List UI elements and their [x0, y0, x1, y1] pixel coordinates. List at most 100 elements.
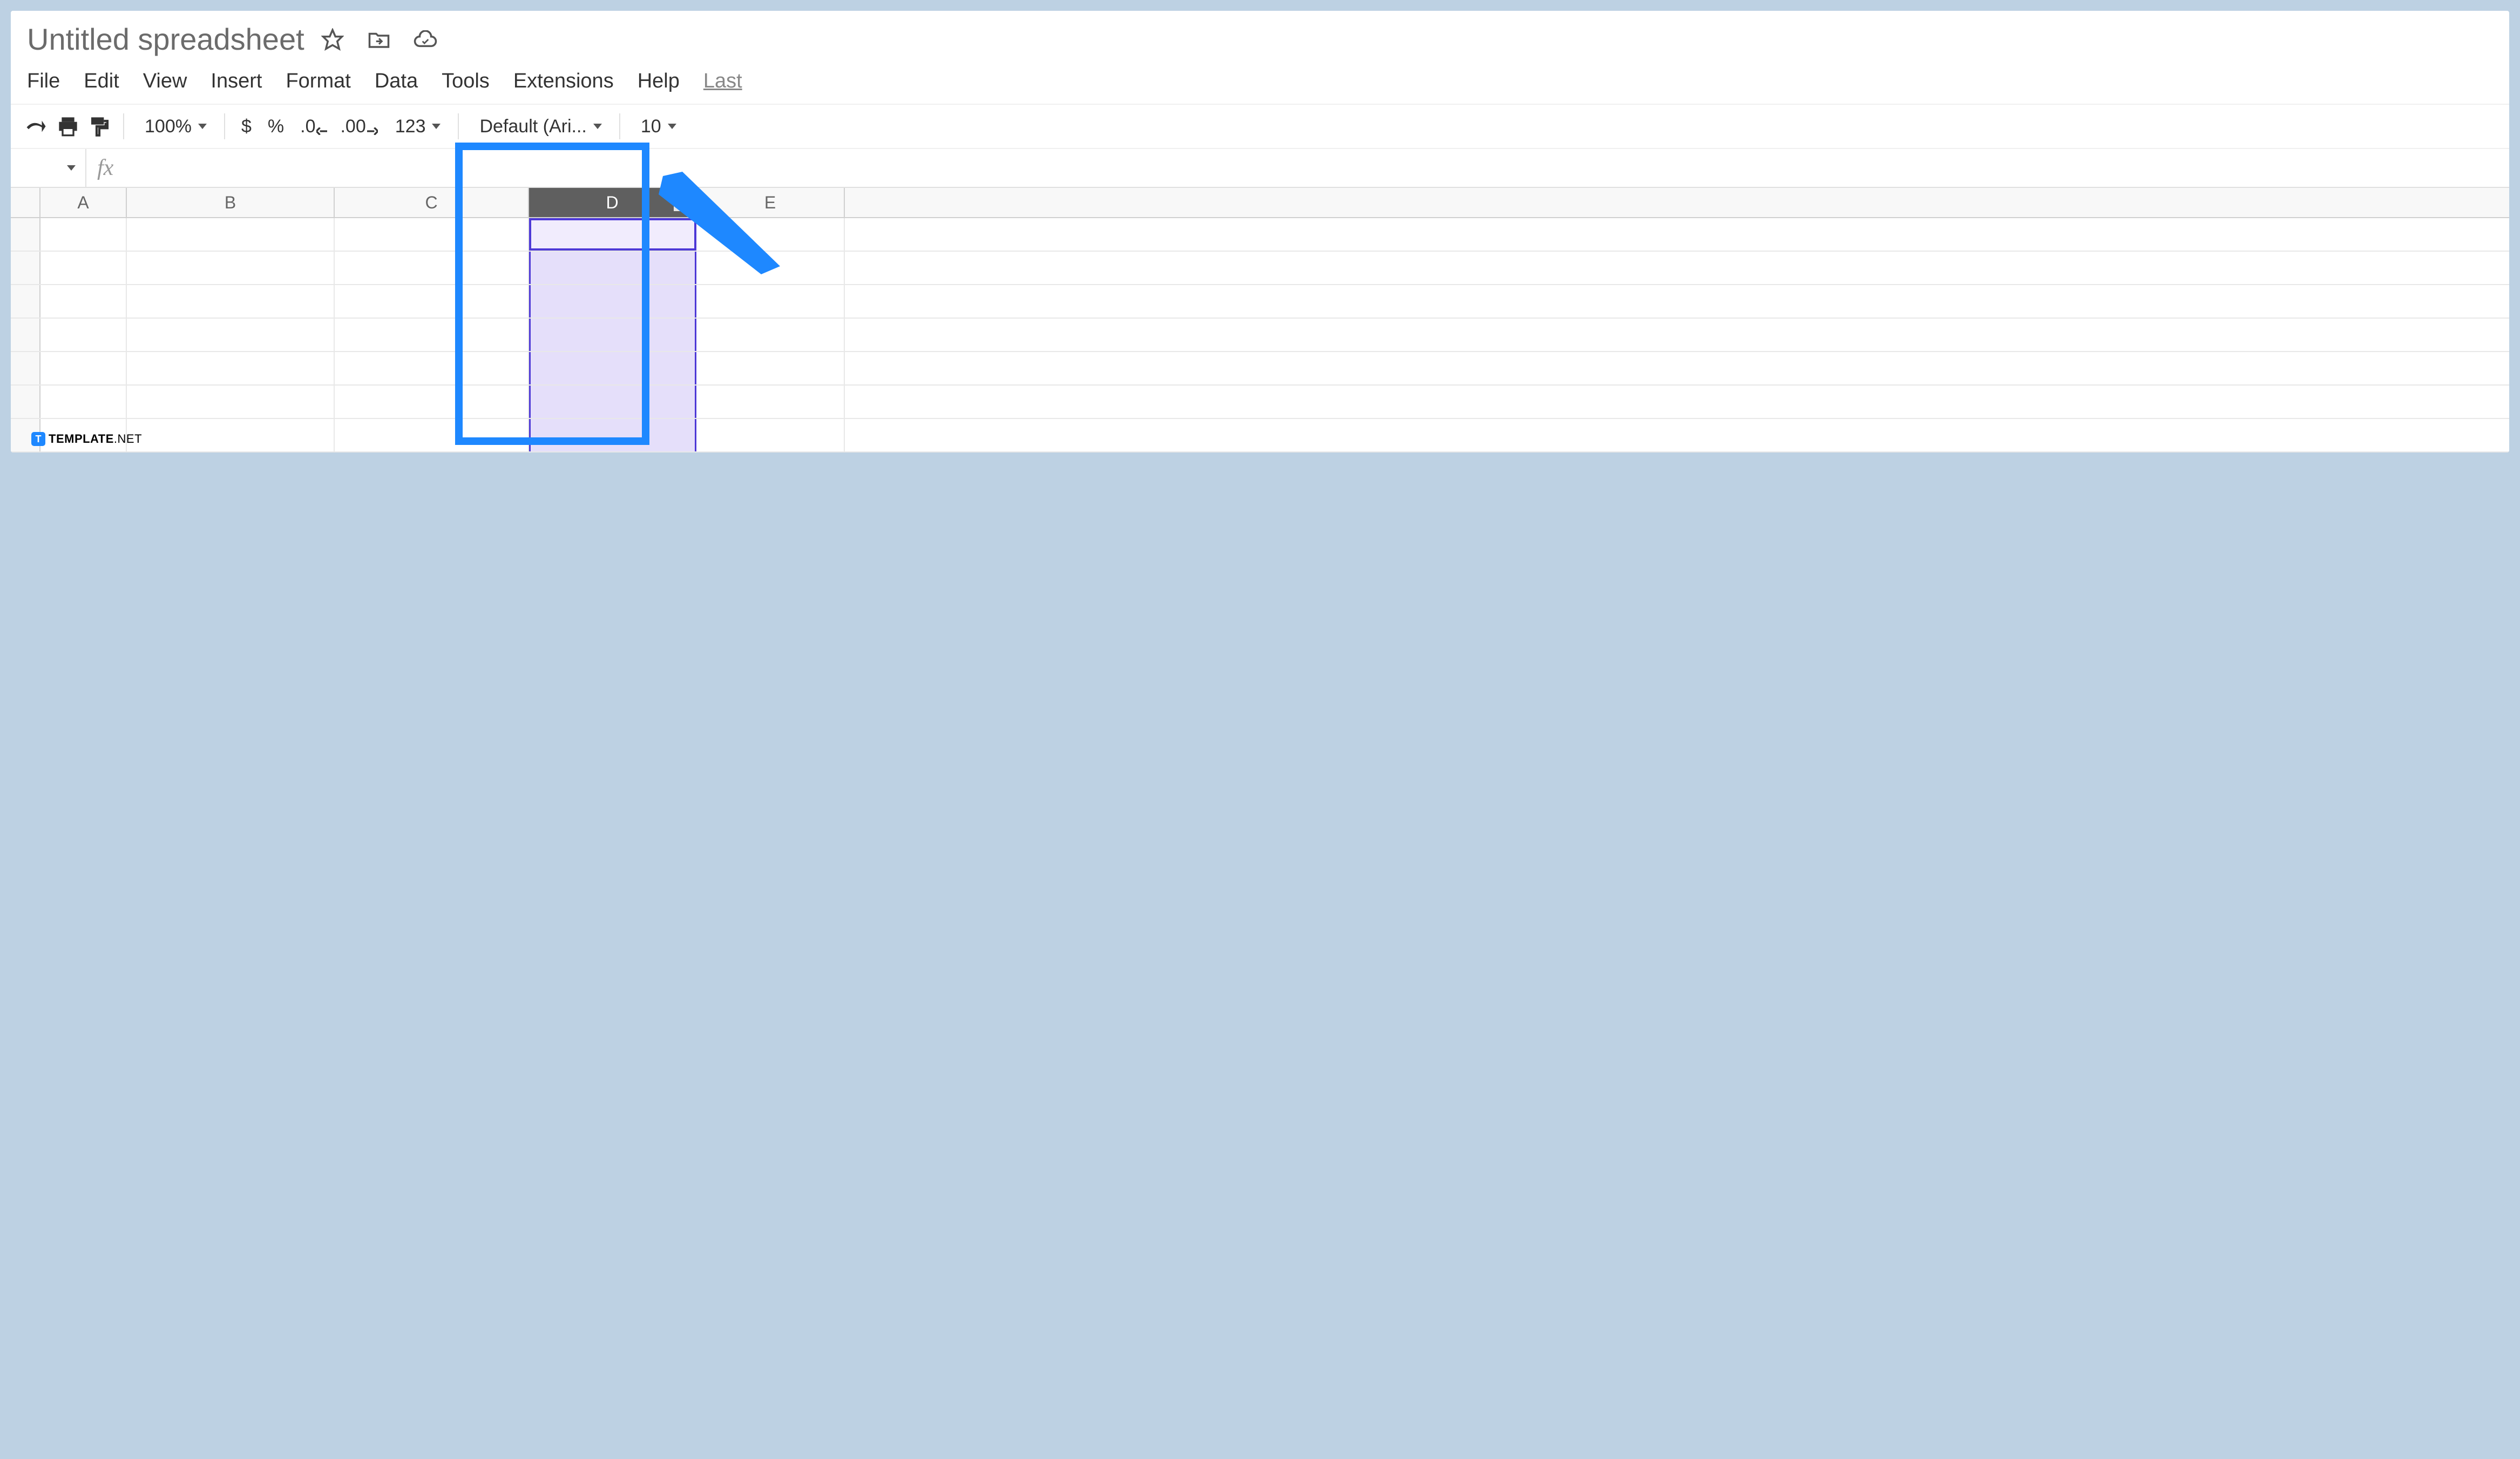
chevron-down-icon: [668, 124, 676, 129]
font-value: Default (Ari...: [476, 116, 590, 137]
cell[interactable]: [529, 285, 696, 318]
spreadsheet-grid: ABCDE: [11, 188, 2509, 452]
cell[interactable]: [40, 352, 127, 384]
cell[interactable]: [335, 252, 529, 284]
row-header[interactable]: [11, 386, 40, 418]
menu-extensions[interactable]: Extensions: [513, 70, 614, 93]
row: [11, 285, 2509, 319]
chevron-down-icon: [432, 124, 441, 129]
menu-data[interactable]: Data: [375, 70, 418, 93]
cell[interactable]: [40, 218, 127, 251]
separator: [224, 113, 225, 139]
cell[interactable]: [696, 352, 845, 384]
row-header[interactable]: [11, 352, 40, 384]
app-window: Untitled spreadsheet File Edit View Inse…: [11, 11, 2509, 452]
zoom-value: 100%: [141, 116, 195, 137]
cell[interactable]: [40, 386, 127, 418]
toolbar: 100% $ % .0 .00 123 Default (Ari... 10: [11, 104, 2509, 149]
select-all-corner[interactable]: [11, 188, 40, 217]
column-header-a[interactable]: A: [40, 188, 127, 217]
formula-input[interactable]: [124, 149, 2509, 187]
rows-container: [11, 218, 2509, 452]
row-header[interactable]: [11, 285, 40, 318]
menu-help[interactable]: Help: [638, 70, 680, 93]
row: [11, 252, 2509, 285]
watermark-text: TEMPLATE.NET: [49, 432, 142, 446]
currency-button[interactable]: $: [238, 116, 255, 137]
separator: [619, 113, 620, 139]
cell[interactable]: [529, 419, 696, 451]
menu-bar: File Edit View Insert Format Data Tools …: [11, 62, 2509, 104]
document-title[interactable]: Untitled spreadsheet: [27, 22, 304, 57]
cell[interactable]: [335, 285, 529, 318]
annotation-arrow: [659, 172, 783, 280]
menu-insert[interactable]: Insert: [211, 70, 262, 93]
cell[interactable]: [529, 319, 696, 351]
cell[interactable]: [127, 218, 335, 251]
redo-icon[interactable]: [25, 118, 48, 135]
column-headers: ABCDE: [11, 188, 2509, 218]
cell[interactable]: [40, 285, 127, 318]
cell[interactable]: [696, 419, 845, 451]
cell[interactable]: [335, 386, 529, 418]
menu-view[interactable]: View: [143, 70, 187, 93]
print-icon[interactable]: [57, 116, 79, 137]
cell[interactable]: [696, 319, 845, 351]
cell[interactable]: [696, 386, 845, 418]
chevron-down-icon: [593, 124, 602, 129]
cell[interactable]: [335, 419, 529, 451]
row-header[interactable]: [11, 252, 40, 284]
row: [11, 352, 2509, 386]
column-header-c[interactable]: C: [335, 188, 529, 217]
menu-file[interactable]: File: [27, 70, 60, 93]
chevron-down-icon: [198, 124, 207, 129]
menu-format[interactable]: Format: [286, 70, 350, 93]
cell[interactable]: [127, 352, 335, 384]
menu-edit[interactable]: Edit: [84, 70, 119, 93]
number-format-selector[interactable]: 123: [388, 116, 445, 137]
increase-decimal-button[interactable]: .00: [337, 116, 377, 137]
row-header[interactable]: [11, 319, 40, 351]
cell[interactable]: [335, 319, 529, 351]
number-format-value: 123: [392, 116, 429, 137]
cell[interactable]: [335, 352, 529, 384]
row-header[interactable]: [11, 218, 40, 251]
cell[interactable]: [127, 252, 335, 284]
watermark: T TEMPLATE.NET: [31, 432, 142, 446]
title-icons: [320, 26, 438, 52]
paint-format-icon[interactable]: [89, 116, 110, 137]
separator: [458, 113, 459, 139]
cell[interactable]: [127, 319, 335, 351]
font-selector[interactable]: Default (Ari...: [472, 116, 606, 137]
menu-tools[interactable]: Tools: [442, 70, 490, 93]
cell[interactable]: [40, 252, 127, 284]
move-folder-icon[interactable]: [366, 26, 392, 52]
cell[interactable]: [40, 319, 127, 351]
column-header-b[interactable]: B: [127, 188, 335, 217]
cell[interactable]: [127, 419, 335, 451]
cell[interactable]: [529, 352, 696, 384]
decrease-decimal-button[interactable]: .0: [297, 116, 327, 137]
font-size-value: 10: [638, 116, 665, 137]
cell[interactable]: [127, 285, 335, 318]
separator: [123, 113, 124, 139]
title-bar: Untitled spreadsheet: [11, 11, 2509, 62]
watermark-badge: T: [31, 432, 45, 446]
chevron-down-icon: [67, 165, 76, 171]
zoom-selector[interactable]: 100%: [137, 116, 211, 137]
formula-bar: fx: [11, 149, 2509, 188]
row: [11, 218, 2509, 252]
row: [11, 419, 2509, 452]
cell[interactable]: [696, 285, 845, 318]
cell[interactable]: [335, 218, 529, 251]
name-box[interactable]: [11, 149, 86, 187]
cell[interactable]: [529, 386, 696, 418]
star-icon[interactable]: [320, 26, 346, 52]
row: [11, 386, 2509, 419]
percent-button[interactable]: %: [265, 116, 287, 137]
menu-last[interactable]: Last: [703, 70, 742, 93]
cloud-status-icon[interactable]: [412, 26, 438, 52]
font-size-selector[interactable]: 10: [633, 116, 681, 137]
row: [11, 319, 2509, 352]
cell[interactable]: [127, 386, 335, 418]
